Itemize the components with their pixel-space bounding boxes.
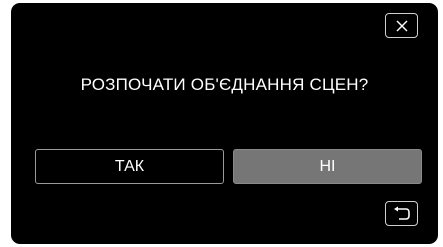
close-button[interactable] [385, 13, 418, 38]
no-button-label: НІ [319, 157, 336, 175]
no-button[interactable]: НІ [233, 149, 422, 184]
yes-button-label: ТАК [114, 157, 145, 175]
dialog-prompt: РОЗПОЧАТИ ОБ'ЄДНАННЯ СЦЕН? [80, 75, 369, 94]
back-arrow-icon [393, 206, 410, 220]
dialog-panel [11, 3, 438, 244]
yes-button[interactable]: ТАК [35, 149, 224, 184]
back-button[interactable] [385, 201, 418, 226]
screen: РОЗПОЧАТИ ОБ'ЄДНАННЯ СЦЕН? ТАК НІ [0, 0, 443, 247]
close-icon [396, 20, 407, 31]
